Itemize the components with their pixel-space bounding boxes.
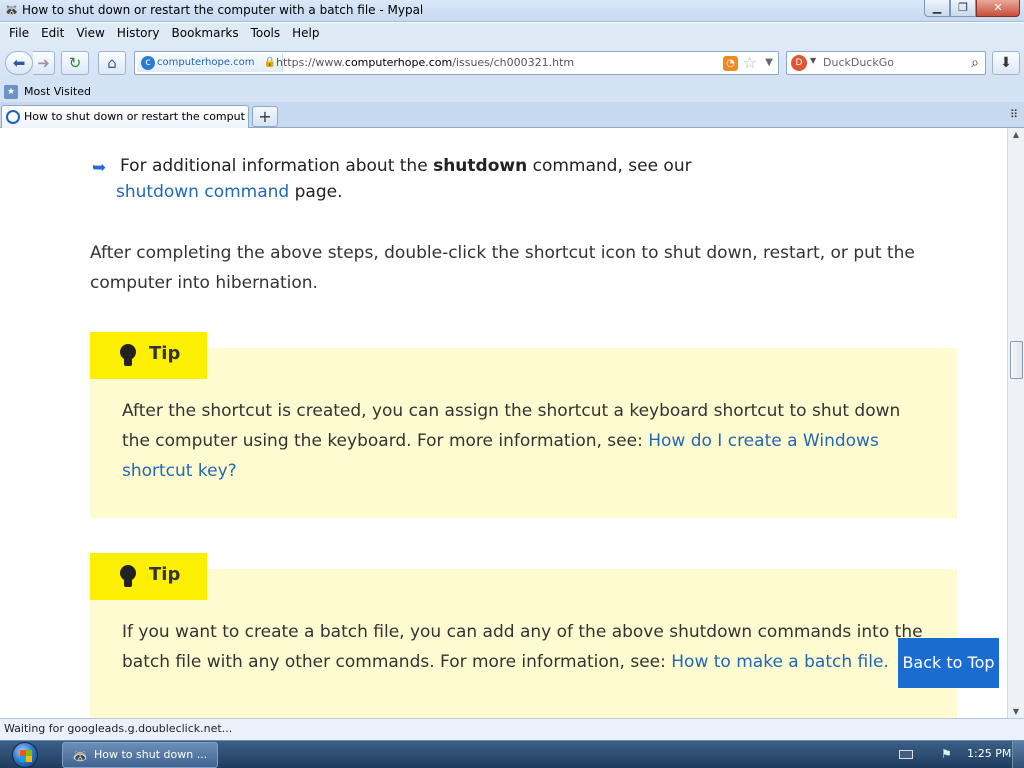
tip-label: Tip — [149, 564, 181, 585]
maximize-button[interactable]: ❐ — [950, 0, 976, 17]
navigation-toolbar: ⬅ ➜ ↻ ⌂ c computerhope.com 🔒 https://www… — [0, 44, 1024, 82]
lightbulb-icon — [120, 344, 136, 366]
site-identity-button[interactable]: c computerhope.com 🔒 — [137, 54, 284, 72]
network-icon[interactable]: ⚑ — [941, 747, 955, 761]
search-input[interactable]: DuckDuckGo — [823, 52, 894, 74]
forward-arrow-icon: ➜ — [37, 54, 50, 72]
status-bar: Waiting for googleads.g.doubleclick.net.… — [0, 718, 1024, 740]
duckduckgo-icon[interactable]: D — [791, 55, 807, 71]
menu-tools[interactable]: Tools — [245, 23, 287, 44]
menu-history[interactable]: History — [111, 23, 166, 44]
computerhope-favicon-icon — [6, 110, 20, 124]
menu-view[interactable]: View — [70, 23, 110, 44]
close-button[interactable]: ✕ — [976, 0, 1020, 17]
scroll-thumb[interactable] — [1010, 341, 1023, 379]
mypal-raccoon-icon: 🦝 — [4, 3, 19, 17]
taskbar-item-label: How to shut down ... — [94, 748, 208, 761]
tab-active[interactable]: How to shut down or restart the comput..… — [1, 105, 249, 128]
taskbar-item-browser[interactable]: 🦝 How to shut down ... — [62, 742, 218, 768]
url-dropdown-icon[interactable]: ▼ — [765, 55, 773, 71]
tip-label: Tip — [149, 343, 181, 364]
windows-taskbar: 🦝 How to shut down ... ⚑ 1:25 PM — [0, 740, 1024, 768]
page-content: ➥ For additional information about the s… — [0, 128, 1007, 718]
status-text: Waiting for googleads.g.doubleclick.net.… — [4, 722, 233, 735]
shutdown-command-link[interactable]: shutdown command — [116, 182, 289, 202]
make-batch-file-link[interactable]: How to make a batch file. — [671, 652, 889, 672]
scroll-up-icon[interactable]: ▲ — [1008, 130, 1024, 139]
site-identity-label: computerhope.com — [157, 57, 255, 68]
home-icon: ⌂ — [107, 54, 117, 72]
rss-feed-icon[interactable]: ◔ — [723, 56, 738, 71]
search-engine-dropdown-icon[interactable]: ▼ — [810, 56, 816, 65]
downloads-button[interactable]: ⬇ — [992, 51, 1020, 75]
back-arrow-icon: ⬅ — [12, 54, 26, 72]
vertical-scrollbar[interactable]: ▲ ▼ — [1007, 128, 1024, 718]
clock[interactable]: 1:25 PM — [967, 747, 1011, 760]
tip-text: After the shortcut is created, you can a… — [122, 401, 901, 481]
download-arrow-icon: ⬇ — [1000, 55, 1012, 71]
url-text[interactable]: https://www.computerhope.com/issues/ch00… — [276, 52, 574, 74]
menu-bar: File Edit View History Bookmarks Tools H… — [0, 23, 1024, 44]
window-title: How to shut down or restart the computer… — [22, 3, 424, 17]
tip-header: Tip — [90, 332, 207, 379]
menu-bookmarks[interactable]: Bookmarks — [166, 23, 245, 44]
title-bar: 🦝 How to shut down or restart the comput… — [0, 0, 1024, 22]
reload-button[interactable]: ↻ — [61, 51, 89, 75]
tip-box: Tip After the shortcut is created, you c… — [90, 332, 957, 518]
mypal-raccoon-icon: 🦝 — [72, 749, 88, 763]
folder-icon: ★ — [4, 85, 18, 99]
curved-arrow-icon: ➥ — [92, 158, 107, 178]
start-button[interactable] — [6, 741, 46, 768]
bookmarks-toolbar: ★ Most Visited — [0, 82, 1024, 102]
menu-help[interactable]: Help — [286, 23, 325, 44]
tab-label: How to shut down or restart the comput..… — [24, 110, 246, 123]
keyboard-icon[interactable] — [899, 750, 913, 759]
back-button[interactable]: ⬅ — [5, 51, 33, 75]
lightbulb-icon — [120, 565, 136, 587]
home-button[interactable]: ⌂ — [98, 51, 126, 75]
body-paragraph: After completing the above steps, double… — [90, 243, 915, 293]
tip-header: Tip — [90, 553, 207, 600]
bookmark-label: Most Visited — [24, 85, 91, 98]
bookmark-most-visited[interactable]: ★ Most Visited — [4, 84, 91, 100]
scroll-down-icon[interactable]: ▼ — [1008, 707, 1024, 716]
minimize-button[interactable]: ▁ — [924, 0, 950, 17]
new-tab-button[interactable]: + — [252, 106, 278, 127]
back-to-top-button[interactable]: Back to Top — [898, 638, 999, 688]
site-favicon-icon: c — [141, 56, 155, 70]
tab-strip: How to shut down or restart the comput..… — [0, 102, 1024, 128]
bookmark-star-icon[interactable]: ☆ — [743, 54, 757, 72]
info-note: ➥ For additional information about the s… — [92, 153, 692, 205]
search-magnifier-icon[interactable]: ⌕ — [971, 54, 979, 72]
windows-logo-icon — [12, 742, 38, 768]
tip-text: If you want to create a batch file, you … — [122, 622, 923, 672]
tab-list-icon[interactable]: ⠿ — [1010, 108, 1018, 121]
search-bar[interactable]: D ▼ DuckDuckGo ⌕ — [786, 51, 986, 75]
lock-icon: 🔒 — [263, 57, 277, 68]
forward-button[interactable]: ➜ — [33, 51, 55, 75]
window-controls: ▁ ❐ ✕ — [924, 0, 1020, 18]
url-bar[interactable]: c computerhope.com 🔒 https://www.compute… — [134, 51, 779, 75]
reload-icon: ↻ — [68, 54, 82, 72]
menu-file[interactable]: File — [3, 23, 35, 44]
info-note-text: For additional information about the shu… — [116, 156, 692, 202]
show-desktop-button[interactable] — [1012, 741, 1024, 768]
plus-icon: + — [258, 107, 272, 126]
tip-box: Tip If you want to create a batch file, … — [90, 553, 957, 718]
menu-edit[interactable]: Edit — [35, 23, 70, 44]
